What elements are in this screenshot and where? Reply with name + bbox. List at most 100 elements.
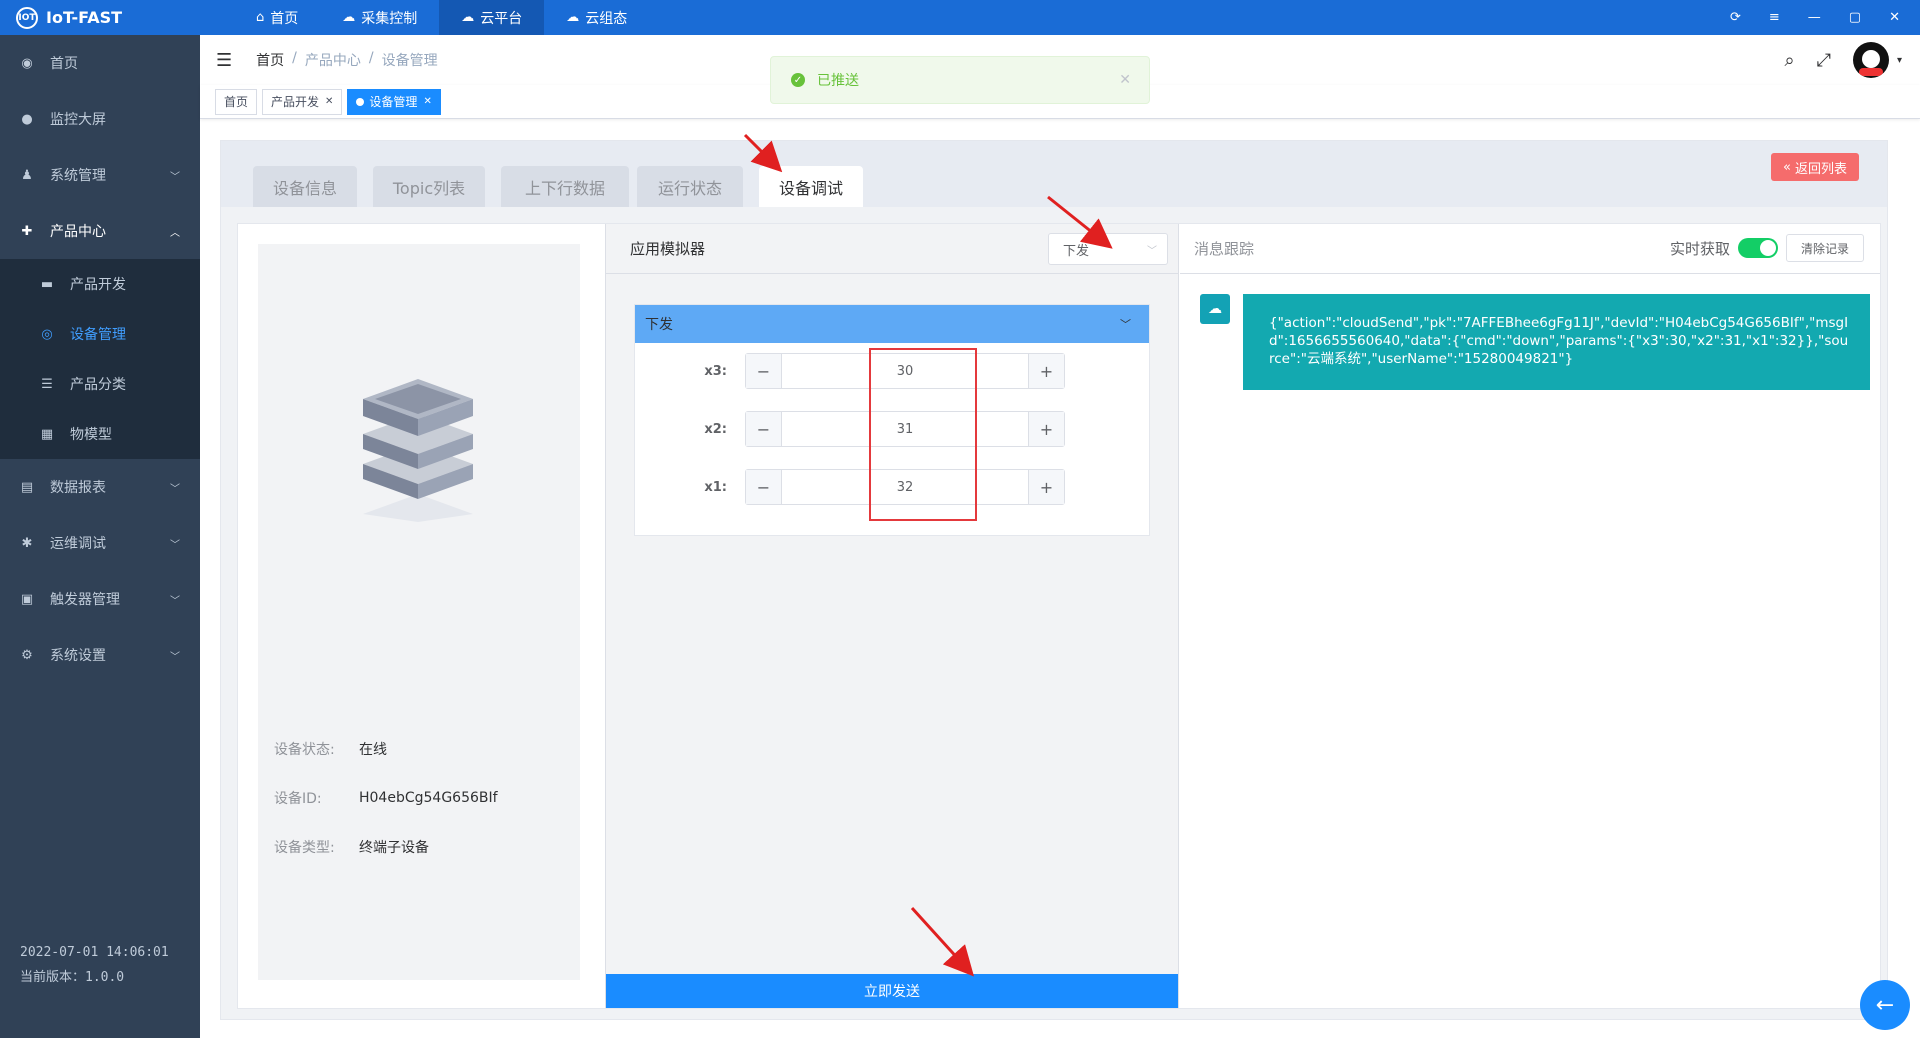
param-label: x1: [704,479,727,495]
sidebar-item-ops-debug[interactable]: ✱ 运维调试 ﹀ [0,515,200,571]
tag-label: 产品开发 [271,95,320,109]
device-id-label: 设备ID: [274,790,322,807]
close-icon[interactable]: ✕ [1889,10,1900,25]
sidebar-item-label: 系统管理 [50,168,106,184]
back-to-list-button[interactable]: « 返回列表 [1771,153,1859,181]
sidebar-item-label: 设备管理 [70,327,126,343]
send-now-button[interactable]: 立即发送 [606,974,1178,1008]
sidebar-item-system-settings[interactable]: ⚙ 系统设置 ﹀ [0,627,200,683]
sidebar-item-device-management[interactable]: ◎ 设备管理 [0,309,200,359]
minus-icon[interactable]: − [746,354,782,388]
realtime-label: 实时获取 [1669,239,1730,258]
device-type-row: 设备类型: 终端子设备 [274,822,498,871]
list-icon: ☰ [41,376,53,392]
sidebar-item-label: 产品开发 [70,277,126,293]
toast-message: 已推送 [817,73,859,89]
menu-icon[interactable]: ≡ [1769,10,1780,25]
minus-icon[interactable]: − [746,470,782,504]
maximize-icon[interactable]: ▢ [1849,10,1861,25]
param-label: x2: [704,421,727,437]
minimize-icon[interactable]: — [1808,10,1821,25]
tabs-strip: 设备信息 Topic列表 上下行数据 运行状态 设备调试 « 返回列表 [221,141,1887,207]
fullscreen-icon[interactable]: ⤢ [1817,50,1831,71]
breadcrumb-separator: / [292,50,297,66]
realtime-toggle[interactable] [1737,238,1778,258]
content-area: 设备状态: 在线 设备ID: H04ebCg54G656BIf 设备类型: 终端… [237,223,1881,1009]
tag-device-management[interactable]: 设备管理 ✕ [347,88,441,115]
sidebar-item-label: 物模型 [70,427,112,443]
sidebar: ◉ 首页 ● 监控大屏 ♟ 系统管理 ﹀ ✚ 产品中心 ︿ ▬ 产品开发 ◎ 设… [0,35,200,1038]
toast-close-icon[interactable]: ✕ [1119,72,1131,88]
app-version: 当前版本：1.0.0 [20,970,125,985]
server-stack-icon [363,379,473,522]
chevron-down-icon: ﹀ [1120,318,1131,331]
sidebar-item-data-report[interactable]: ▤ 数据报表 ﹀ [0,459,200,515]
device-type-label: 设备类型: [274,839,335,856]
caret-down-icon[interactable]: ▾ [1897,55,1902,66]
success-toast: ✓ 已推送 ✕ [770,56,1150,104]
brand-logo-icon: IOT [16,6,38,29]
sidebar-item-home[interactable]: ◉ 首页 [0,35,200,91]
plus-icon[interactable]: + [1028,354,1064,388]
plus-icon[interactable]: + [1028,412,1064,446]
active-dot-icon [356,97,365,106]
refresh-icon[interactable]: ⟳ [1730,10,1741,25]
minus-icon[interactable]: − [746,412,782,446]
sidebar-item-thing-model[interactable]: ▦ 物模型 [0,409,200,459]
sidebar-item-system-management[interactable]: ♟ 系统管理 ﹀ [0,147,200,203]
tab-device-info[interactable]: 设备信息 [253,166,357,207]
chevron-down-icon: ﹀ [170,539,180,551]
sidebar-item-label: 产品中心 [50,224,106,240]
tab-updown-data[interactable]: 上下行数据 [501,166,629,207]
tag-close-icon[interactable]: ✕ [423,96,431,107]
sidebar-item-product-dev[interactable]: ▬ 产品开发 [0,259,200,309]
tag-label: 首页 [224,95,249,109]
cloud-icon: ☁ [1200,294,1230,324]
app-simulator: 应用模拟器 下发 ﹀ 下发 ﹀ x3: − 30 + x2: − 31 + x1… [605,224,1179,1008]
back-arrow-float-button[interactable]: ← [1860,980,1910,1030]
direction-select[interactable]: 下发 ﹀ [1048,233,1168,265]
search-icon[interactable]: ⌕ [1784,50,1794,71]
sidebar-item-monitor[interactable]: ● 监控大屏 [0,91,200,147]
trigger-icon: ▣ [20,591,34,607]
simulator-header: 应用模拟器 下发 ﹀ [606,224,1178,274]
device-icon: ◎ [41,326,53,342]
trace-controls: 实时获取 清除记录 [1670,234,1864,262]
topnav-home-label: 首页 [270,10,299,27]
cloud-config-icon: ☁ [566,10,580,25]
clear-records-button[interactable]: 清除记录 [1785,234,1864,262]
plus-icon[interactable]: + [1028,470,1064,504]
topnav-cloud-config[interactable]: ☁ 云组态 [544,0,649,35]
breadcrumb-home[interactable]: 首页 [256,50,284,70]
topnav-home[interactable]: ⌂ 首页 [234,0,320,35]
avatar[interactable] [1852,42,1889,78]
arrow-left-icon: ← [1875,992,1895,1018]
chevron-down-icon: ﹀ [170,171,180,183]
topnav-collect-control[interactable]: ☁ 采集控制 [320,0,439,35]
chart-icon: ▤ [20,479,34,495]
top-nav: ⌂ 首页 ☁ 采集控制 ☁ 云平台 ☁ 云组态 [234,0,649,35]
breadcrumb-product-center[interactable]: 产品中心 [305,50,361,70]
hamburger-icon[interactable]: ☰ [216,50,232,71]
bug-icon: ✱ [21,535,33,551]
tab-topic-list[interactable]: Topic列表 [373,166,485,207]
device-status-row: 设备状态: 在线 [274,724,498,773]
tab-device-debug[interactable]: 设备调试 [759,166,863,207]
sidebar-item-trigger-management[interactable]: ▣ 触发器管理 ﹀ [0,571,200,627]
trace-header: 消息跟踪 实时获取 清除记录 [1180,224,1880,274]
app-name: IoT-FAST [46,8,123,27]
tag-close-icon[interactable]: ✕ [325,96,333,107]
downlink-form-header[interactable]: 下发 ﹀ [635,305,1149,343]
chevron-up-icon: ︿ [170,227,180,239]
sidebar-item-label: 运维调试 [50,536,106,552]
chevron-down-icon: ﹀ [170,595,180,607]
sidebar-item-product-category[interactable]: ☰ 产品分类 [0,359,200,409]
topnav-cloud-platform[interactable]: ☁ 云平台 [439,0,545,35]
sidebar-item-product-center[interactable]: ✚ 产品中心 ︿ [0,203,200,259]
tag-home[interactable]: 首页 [215,88,258,115]
window-controls: ⟳ ≡ — ▢ ✕ [1730,0,1900,35]
tab-label: 上下行数据 [524,178,605,198]
tag-product-dev[interactable]: 产品开发 ✕ [262,88,343,115]
tab-running-status[interactable]: 运行状态 [637,166,743,207]
cloud-icon: ☁ [342,10,356,25]
